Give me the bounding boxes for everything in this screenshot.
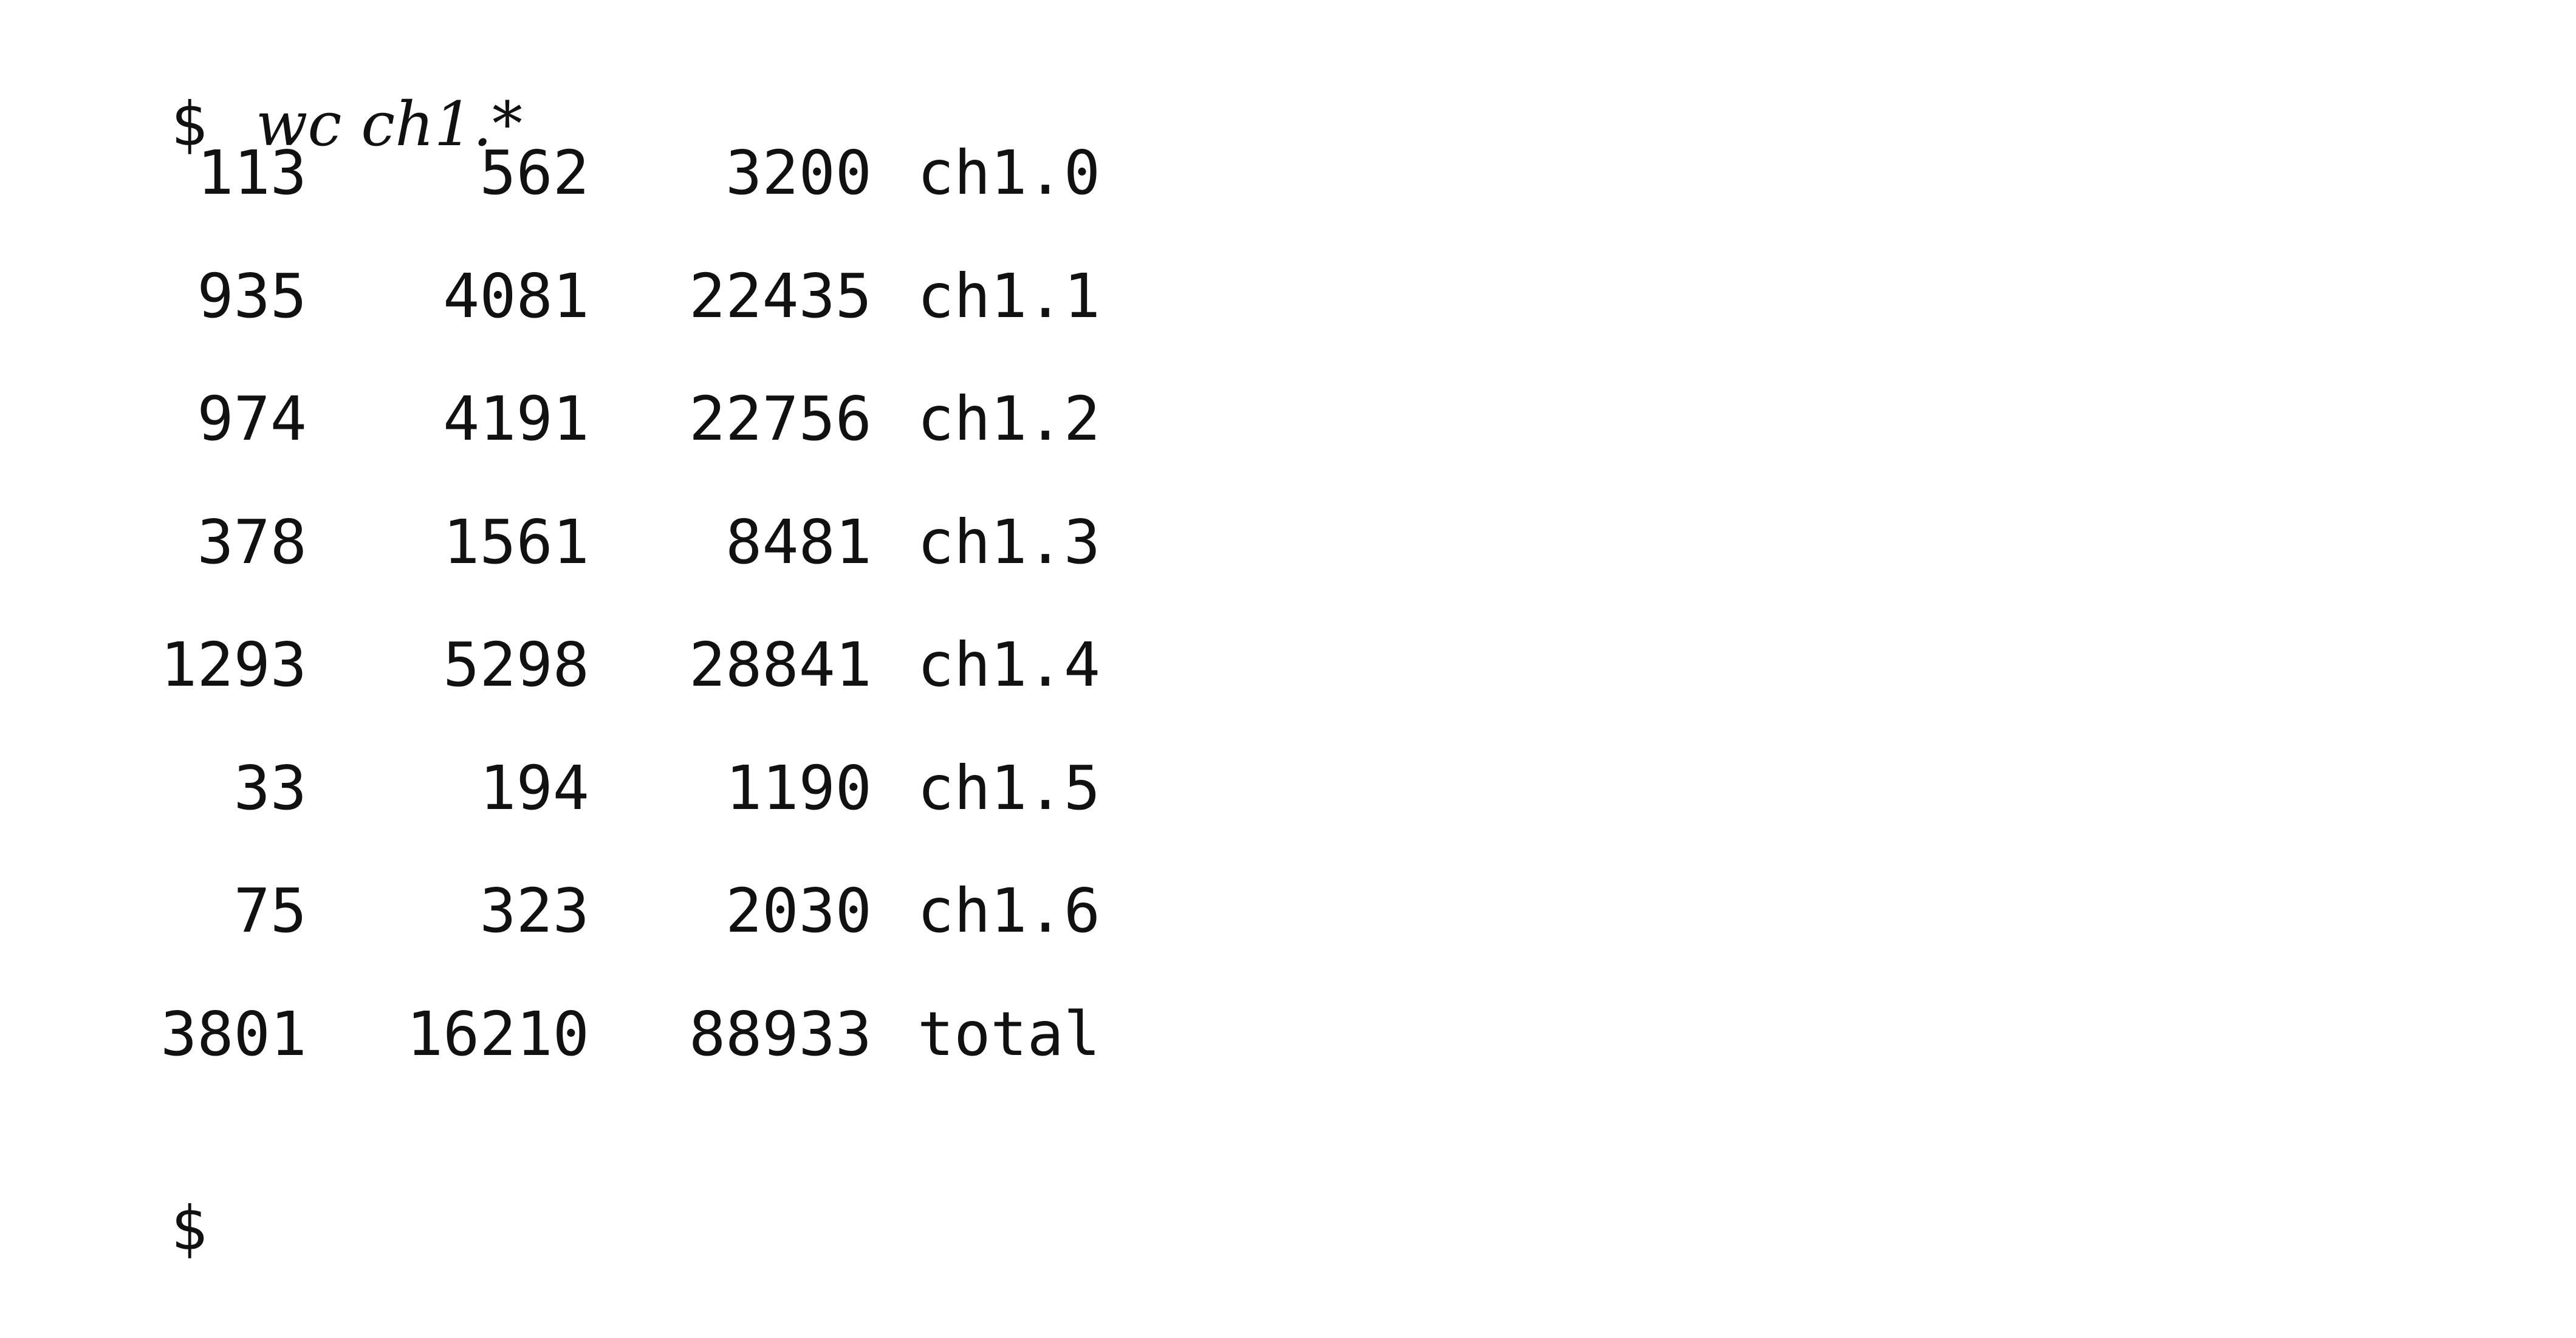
command-line: $ wc ch1.*: [24, 15, 522, 160]
file-name: ch1.5: [917, 753, 1101, 824]
file-name: ch1.3: [917, 507, 1101, 578]
char-count: 88933: [688, 998, 872, 1070]
file-name: ch1.2: [917, 383, 1101, 454]
prompt-line[interactable]: $: [24, 1119, 256, 1264]
char-count: 22756: [688, 383, 872, 454]
file-name: ch1.6: [917, 875, 1101, 946]
char-count: 28841: [688, 629, 872, 700]
file-name: total: [917, 998, 1101, 1070]
file-name: ch1.1: [917, 261, 1101, 332]
file-name: ch1.4: [917, 629, 1101, 700]
char-count: 1190: [725, 753, 872, 824]
file-name: ch1.0: [917, 137, 1101, 208]
char-count: 22435: [688, 261, 872, 332]
char-count: 3200: [725, 137, 872, 208]
terminal-output: $ wc ch1.* 113 562 3200 ch1.0 935 4081 22…: [0, 0, 2576, 1264]
char-count: 8481: [725, 507, 872, 578]
prompt-symbol: $: [170, 1193, 208, 1264]
char-count: 2030: [725, 875, 872, 946]
